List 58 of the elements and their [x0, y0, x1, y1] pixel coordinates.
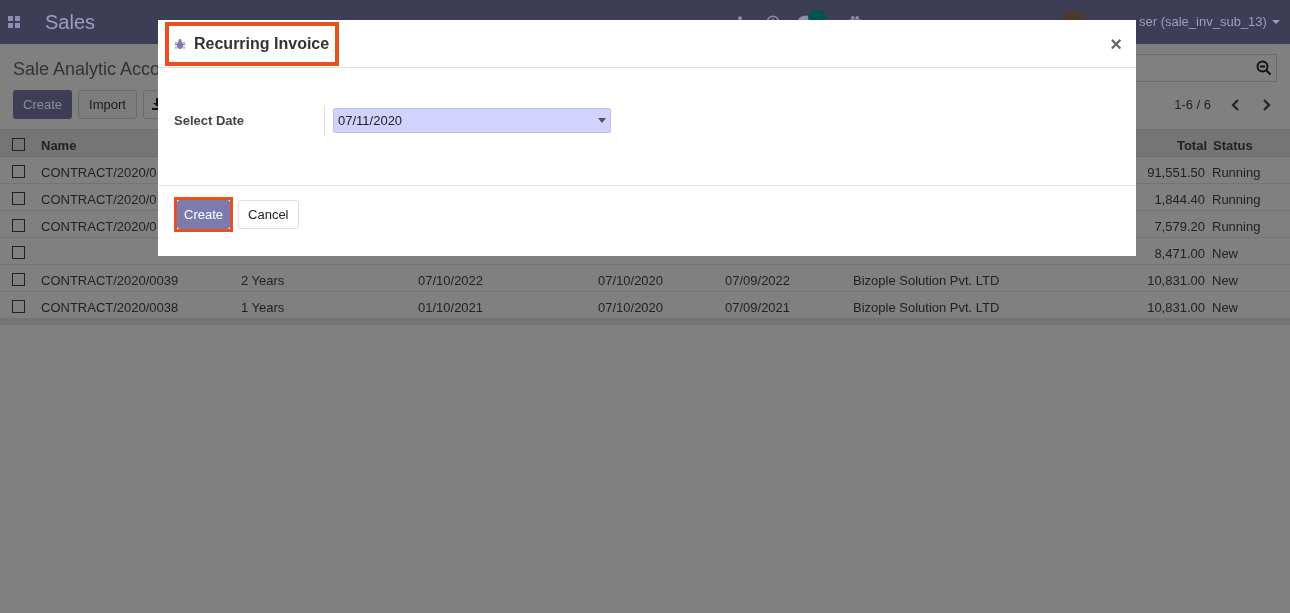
checkbox[interactable]: [12, 300, 25, 313]
table-cell-text: 1,844.40: [1154, 191, 1205, 209]
create-button[interactable]: Create: [13, 90, 73, 119]
import-button[interactable]: Import: [78, 90, 137, 119]
table-cell-text: Running: [1212, 218, 1261, 236]
column-header[interactable]: Status: [1213, 136, 1253, 156]
table-cell-text: 91,551.50: [1147, 164, 1205, 182]
table-cell-text: 07/10/2022: [418, 272, 484, 290]
pager-value: 1-6 / 6: [1174, 95, 1211, 114]
next-icon[interactable]: [1261, 98, 1271, 111]
table-cell-text: Running: [1212, 164, 1261, 182]
table-cell-text: 10,831.00: [1147, 299, 1205, 317]
table-cell-text: Bizople Solution Pvt. LTD: [853, 272, 1000, 290]
table-cell-text: 01/10/2021: [418, 299, 484, 317]
checkbox[interactable]: [12, 192, 25, 205]
checkbox[interactable]: [12, 246, 25, 259]
checkbox[interactable]: [12, 165, 25, 178]
table-cell-text: New: [1212, 245, 1238, 263]
table-cell-text: CONTRACT/2020/0: [41, 164, 157, 182]
user-name[interactable]: ser (sale_inv_sub_13): [1139, 12, 1267, 32]
table-cell-text: 2 Years: [241, 272, 285, 290]
table-cell-text: New: [1212, 299, 1238, 317]
table-cell-text: Bizople Solution Pvt. LTD: [853, 299, 1000, 317]
close-button[interactable]: ×: [1110, 33, 1122, 54]
caret-icon: [598, 118, 606, 123]
app-name[interactable]: Sales: [45, 7, 158, 37]
bug-icon: [174, 37, 186, 50]
breadcrumb: Sale Analytic Acco: [13, 58, 161, 81]
checkbox[interactable]: [12, 273, 25, 286]
create-button[interactable]: Create: [177, 200, 231, 229]
search-icon[interactable]: [1256, 60, 1272, 76]
table-cell-text: 1 Years: [241, 299, 285, 317]
cancel-button[interactable]: Cancel: [238, 200, 299, 229]
table-cell-text: New: [1212, 272, 1238, 290]
table-row[interactable]: CONTRACT/2020/0039 2 Years 07/10/2022 07/10/2020 07/09/2022 Bizople Solution Pvt. LTD 10,831.00 New: [0, 265, 1290, 292]
table-cell-text: CONTRACT/2020/0039: [41, 272, 179, 290]
table-cell-text: 07/09/2021: [725, 299, 791, 317]
column-header[interactable]: Total: [1176, 136, 1207, 156]
table-cell-text: 7,579.20: [1154, 218, 1205, 236]
date-select[interactable]: 07/11/2020: [333, 108, 611, 133]
checkbox[interactable]: [12, 138, 25, 151]
table-cell-text: 07/09/2022: [725, 272, 791, 290]
field-label: Select Date: [174, 112, 246, 130]
table-cell-text: CONTRACT/2020/0: [41, 218, 157, 236]
apps-icon[interactable]: [8, 16, 20, 28]
column-header[interactable]: Name: [41, 136, 77, 156]
table-cell-text: Running: [1212, 191, 1261, 209]
table-cell-text: 10,831.00: [1147, 272, 1205, 290]
table-cell-text: CONTRACT/2020/0: [41, 191, 157, 209]
search-field[interactable]: [1135, 54, 1277, 82]
caret-icon: [1271, 20, 1280, 24]
table-cell-text: 07/10/2020: [598, 272, 664, 290]
previous-icon[interactable]: [1231, 98, 1241, 111]
dialog-title: Recurring Invoice: [194, 33, 330, 54]
table-cell-text: 8,471.00: [1154, 245, 1205, 263]
table-cell-text: 07/10/2020: [598, 299, 664, 317]
table-cell-text: CONTRACT/2020/0038: [41, 299, 179, 317]
checkbox[interactable]: [12, 219, 25, 232]
